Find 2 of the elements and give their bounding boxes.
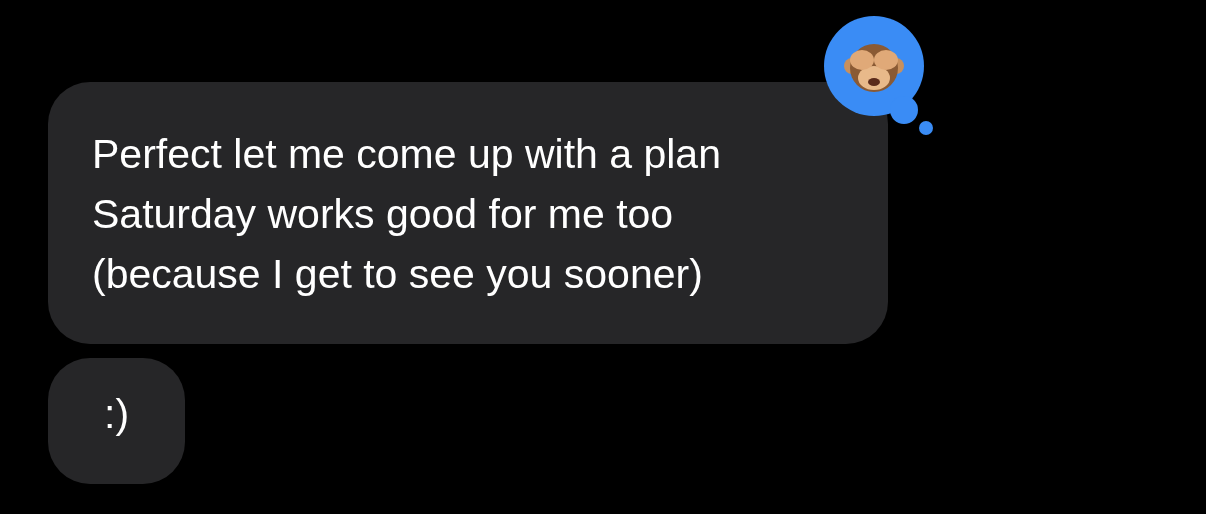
monkey-icon: [824, 16, 934, 136]
message-bubble: :): [48, 358, 186, 484]
